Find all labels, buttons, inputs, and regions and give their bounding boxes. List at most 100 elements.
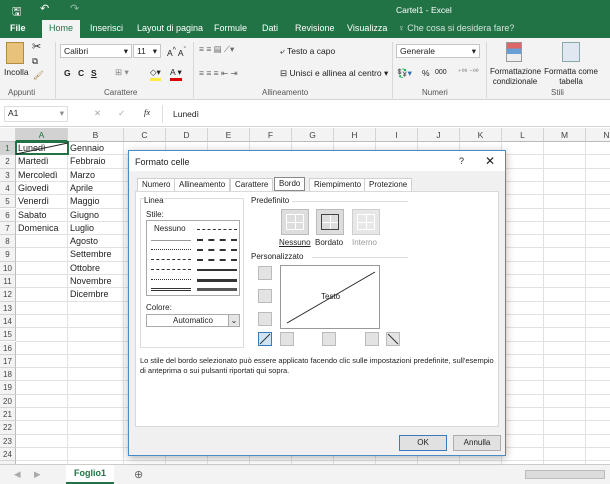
cell-b7[interactable]: Luglio bbox=[68, 223, 94, 233]
cell-a2[interactable]: Martedì bbox=[16, 156, 49, 166]
border-middle-button[interactable] bbox=[258, 289, 272, 303]
cell-b1[interactable]: Gennaio bbox=[68, 143, 104, 153]
color-select[interactable]: Automatico ⌄ bbox=[146, 314, 240, 327]
cell-b2[interactable]: Febbraio bbox=[68, 156, 106, 166]
style-dashdot[interactable] bbox=[151, 259, 191, 260]
style-dotted[interactable] bbox=[151, 249, 191, 250]
preset-inside-button[interactable] bbox=[352, 209, 380, 235]
thousands-button[interactable]: 000 bbox=[435, 69, 447, 76]
cell-b9[interactable]: Settembre bbox=[68, 249, 112, 259]
column-header[interactable]: L bbox=[502, 128, 544, 142]
row-header[interactable]: 20 bbox=[0, 394, 16, 408]
row-header[interactable]: 13 bbox=[0, 301, 16, 315]
tab-protezione[interactable]: Protezione bbox=[364, 178, 413, 191]
tab-layout[interactable]: Layout di pagina bbox=[137, 23, 203, 33]
row-header[interactable]: 4 bbox=[0, 181, 16, 196]
formula-input[interactable]: Lunedì bbox=[162, 105, 610, 123]
percent-button[interactable]: % bbox=[422, 68, 430, 78]
diagonal-down-button[interactable] bbox=[386, 332, 400, 346]
cell-b11[interactable]: Novembre bbox=[68, 276, 112, 286]
column-header[interactable]: E bbox=[208, 128, 250, 142]
cell-b10[interactable]: Ottobre bbox=[68, 263, 100, 273]
style-slant[interactable] bbox=[197, 239, 237, 241]
style-hair[interactable] bbox=[151, 279, 191, 280]
paste-button[interactable]: Incolla bbox=[4, 67, 29, 77]
style-none[interactable]: Nessuno bbox=[154, 224, 186, 233]
tab-riempimento[interactable]: Riempimento bbox=[309, 178, 367, 191]
column-header[interactable]: F bbox=[250, 128, 292, 142]
underline-button[interactable]: S bbox=[91, 68, 97, 78]
row-header[interactable]: 22 bbox=[0, 421, 16, 435]
row-header[interactable]: 5 bbox=[0, 195, 16, 209]
column-header[interactable]: I bbox=[376, 128, 418, 142]
tab-dati[interactable]: Dati bbox=[262, 23, 278, 33]
name-box[interactable]: A1 ▾ bbox=[4, 106, 68, 122]
row-header[interactable]: 14 bbox=[0, 314, 16, 329]
row-header[interactable]: 15 bbox=[0, 328, 16, 342]
style-dashdotdot[interactable] bbox=[151, 269, 191, 270]
font-name-select[interactable]: Calibri ▾ bbox=[60, 44, 132, 58]
column-header[interactable]: B bbox=[68, 128, 124, 142]
cut-icon[interactable]: ✂ bbox=[32, 40, 41, 53]
border-right-button[interactable] bbox=[365, 332, 379, 346]
column-header[interactable]: A bbox=[16, 128, 68, 142]
column-header[interactable]: M bbox=[544, 128, 586, 142]
cell-a6[interactable]: Sabato bbox=[16, 210, 47, 220]
fill-color-icon[interactable]: ◇▾ bbox=[150, 67, 161, 81]
enter-icon[interactable]: ✓ bbox=[118, 108, 125, 119]
format-painter-icon[interactable]: 🖌 bbox=[33, 70, 44, 81]
tell-me[interactable]: ♀ Che cosa si desidera fare? bbox=[398, 23, 514, 33]
tab-inserisci[interactable]: Inserisci bbox=[90, 23, 123, 33]
tab-file[interactable]: File bbox=[10, 23, 26, 33]
style-thick2[interactable] bbox=[197, 288, 237, 291]
next-sheet-icon[interactable]: ▶ bbox=[34, 469, 41, 480]
horizontal-scrollbar[interactable] bbox=[525, 470, 605, 479]
tab-revisione[interactable]: Revisione bbox=[295, 23, 335, 33]
cell-a7[interactable]: Domenica bbox=[16, 223, 59, 233]
row-header[interactable]: 16 bbox=[0, 341, 16, 355]
style-thin[interactable] bbox=[151, 240, 191, 241]
border-left-button[interactable] bbox=[280, 332, 294, 346]
tab-bordo[interactable]: Bordo bbox=[274, 177, 306, 191]
prev-sheet-icon[interactable]: ◀ bbox=[14, 469, 21, 480]
tab-home[interactable]: Home bbox=[42, 20, 81, 38]
border-preview[interactable]: Testo bbox=[280, 265, 380, 329]
style-double[interactable] bbox=[151, 288, 191, 291]
row-header[interactable]: 8 bbox=[0, 235, 16, 249]
row-header[interactable]: 1 bbox=[0, 142, 16, 156]
tab-visualizza[interactable]: Visualizza bbox=[347, 23, 387, 33]
tab-carattere[interactable]: Carattere bbox=[230, 178, 274, 191]
font-color-icon[interactable]: A ▾ bbox=[170, 67, 182, 81]
cell-b4[interactable]: Aprile bbox=[68, 183, 93, 193]
column-header[interactable]: N bbox=[586, 128, 610, 142]
row-header[interactable]: 24 bbox=[0, 447, 16, 462]
format-table-icon[interactable] bbox=[562, 42, 580, 62]
fx-icon[interactable]: fx bbox=[144, 107, 150, 117]
row-header[interactable]: 18 bbox=[0, 368, 16, 382]
undo-icon[interactable]: ↶ bbox=[40, 2, 49, 15]
bold-button[interactable]: G bbox=[64, 68, 71, 78]
row-header[interactable]: 19 bbox=[0, 381, 16, 395]
tab-allineamento[interactable]: Allineamento bbox=[174, 178, 231, 191]
merge-center-button[interactable]: ⊟ Unisci e allinea al centro ▾ bbox=[280, 68, 388, 79]
align-left-icon[interactable]: ≡ ≡ ≡ ⇤ ⇥ bbox=[199, 68, 238, 79]
decimal-icon[interactable]: ⁺⁰⁰ ⁻⁰⁰ bbox=[458, 68, 479, 76]
column-header[interactable]: J bbox=[418, 128, 460, 142]
select-all[interactable] bbox=[0, 128, 16, 142]
cell-b3[interactable]: Marzo bbox=[68, 170, 95, 180]
column-header[interactable]: H bbox=[334, 128, 376, 142]
style-medium-dashdotdot[interactable] bbox=[197, 229, 237, 230]
cancel-button[interactable]: Annulla bbox=[453, 435, 501, 451]
column-header[interactable]: C bbox=[124, 128, 166, 142]
ok-button[interactable]: OK bbox=[399, 435, 447, 451]
row-header[interactable]: 12 bbox=[0, 288, 16, 302]
cell-a5[interactable]: Venerdì bbox=[16, 196, 49, 206]
row-header[interactable]: 2 bbox=[0, 155, 16, 169]
row-header[interactable]: 10 bbox=[0, 261, 16, 275]
redo-icon[interactable]: ↷ bbox=[70, 2, 79, 15]
border-top-button[interactable] bbox=[258, 266, 272, 280]
row-header[interactable]: 21 bbox=[0, 408, 16, 422]
border-center-button[interactable] bbox=[322, 332, 336, 346]
close-icon[interactable]: ✕ bbox=[485, 154, 495, 168]
column-header[interactable]: G bbox=[292, 128, 334, 142]
